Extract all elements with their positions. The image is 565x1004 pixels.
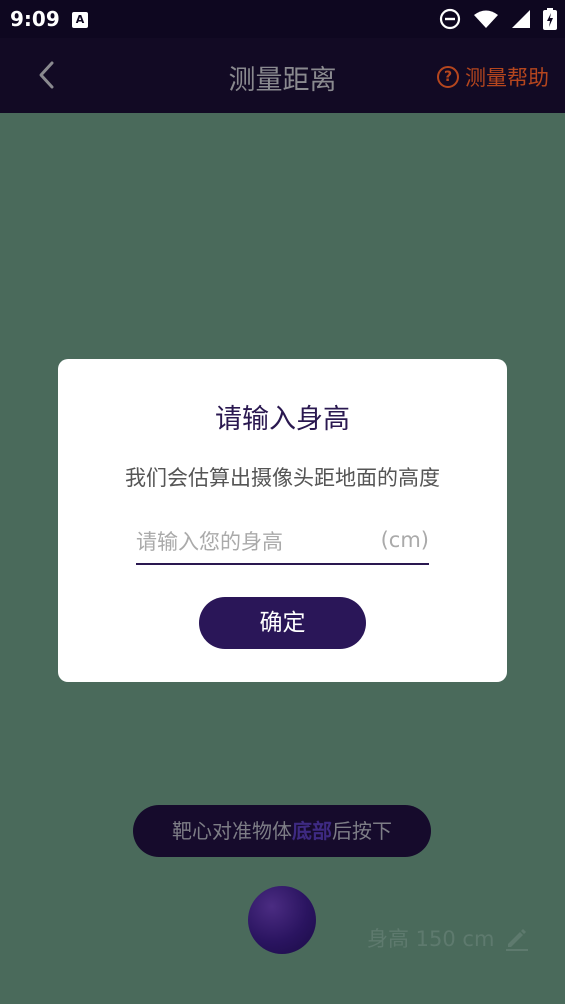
help-icon: ? [437, 66, 459, 88]
tip-suffix: 后按下 [332, 819, 392, 843]
tip-prefix: 靶心对准物体 [172, 819, 292, 843]
dialog-subtitle: 我们会估算出摄像头距地面的高度 [125, 466, 440, 490]
status-icons [439, 8, 557, 30]
unit-label: (cm) [380, 528, 429, 552]
height-input[interactable] [136, 523, 366, 561]
edit-pencil-icon[interactable] [504, 925, 530, 951]
help-button[interactable]: ? 测量帮助 [437, 62, 549, 92]
tip-emphasis: 底部 [292, 819, 332, 843]
dialog-title: 请输入身高 [215, 404, 350, 435]
do-not-disturb-icon [439, 8, 461, 30]
app-bar: 测量距离 ? 测量帮助 [0, 38, 565, 113]
aim-tip: 靶心对准物体底部后按下 [133, 805, 431, 857]
height-field: (cm) [136, 523, 429, 565]
height-label: 身高 150 cm [367, 927, 495, 951]
status-bar: 9:09 A [0, 0, 565, 38]
battery-icon [543, 8, 557, 30]
shutter-button[interactable] [248, 886, 316, 954]
height-input-dialog: 请输入身高 我们会估算出摄像头距地面的高度 (cm) 确定 [58, 359, 507, 682]
height-info[interactable]: 身高 150 cm [367, 923, 530, 953]
confirm-button[interactable]: 确定 [199, 597, 366, 649]
notification-a-icon: A [72, 12, 88, 28]
status-time: 9:09 [10, 7, 60, 31]
signal-icon [512, 10, 530, 28]
help-label: 测量帮助 [465, 66, 549, 90]
wifi-icon [474, 10, 498, 28]
